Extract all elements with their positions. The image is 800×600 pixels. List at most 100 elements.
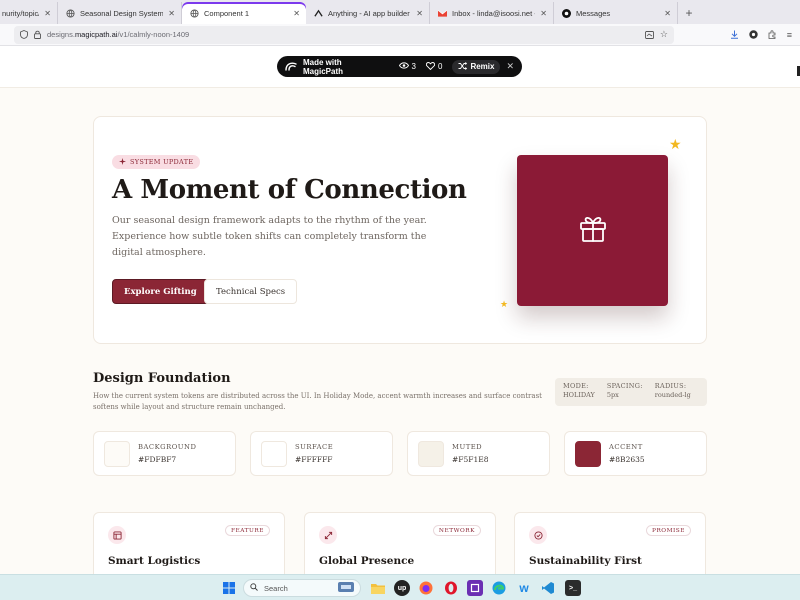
feature-card-sustainability[interactable]: PROMISE Sustainability First [514,512,706,574]
star-icon: ★ [669,136,682,152]
browser-tab-active[interactable]: Component 1 ✕ [182,2,306,24]
close-icon[interactable]: ✕ [293,9,300,18]
globe-icon [190,8,199,18]
magicpath-logo-icon [285,61,297,73]
browser-tab[interactable]: Anything - AI app builder ✕ [306,2,430,24]
color-swatch [104,440,130,467]
swatch-label: MUTED [452,443,483,451]
close-icon[interactable]: ✕ [664,9,671,18]
remix-label: Remix [470,62,495,71]
eye-icon [398,62,409,71]
swatch-card-muted[interactable]: MUTED #F5F1E8 [407,431,550,476]
feature-card-global-presence[interactable]: NETWORK Global Presence [304,512,496,574]
browser-tab[interactable]: Messages ✕ [554,2,678,24]
address-bar: designs.magicpath.ai/v1/calmly-noon-1409… [0,24,800,46]
terminal-icon[interactable]: >_ [565,580,581,596]
feature-card-smart-logistics[interactable]: FEATURE Smart Logistics [93,512,285,574]
meta-radius: RADIUS: rounded-lg [654,382,691,399]
tab-title: Messages [576,8,611,18]
hero-description: Our seasonal design framework adapts to … [112,215,427,258]
close-icon[interactable]: ✕ [168,9,175,18]
gmail-icon [438,9,447,18]
hero-title: A Moment of Connection [112,175,467,205]
browser-tab-bar: nurity/topic/h ✕ Seasonal Design System … [0,0,800,24]
close-icon[interactable]: ✕ [540,9,547,18]
expand-arrows-icon [319,526,337,544]
windows-taskbar: Search up w >_ [0,574,800,600]
lock-icon[interactable] [34,30,41,39]
meta-spacing: SPACING: 5px [606,382,643,399]
color-swatch [575,440,601,467]
vscode-icon[interactable] [540,580,556,596]
taskbar-search-box[interactable]: Search [243,579,361,597]
hero-card: SYSTEM UPDATE A Moment of Connection Our… [93,116,707,344]
close-icon[interactable]: ✕ [506,61,514,72]
feature-tag: NETWORK [432,525,481,536]
firefox-icon[interactable] [418,580,434,596]
swatch-label: ACCENT [609,443,643,451]
browser-tab[interactable]: nurity/topic/h ✕ [0,2,58,24]
account-icon[interactable] [749,30,758,39]
remix-button[interactable]: Remix [452,59,501,74]
swatch-hex: #8B2635 [609,455,645,464]
sparkle-icon [119,157,126,167]
swatch-card-background[interactable]: BACKGROUND #FDFBF7 [93,431,236,476]
widgets-badge-icon [338,582,354,594]
badge-label: SYSTEM UPDATE [130,158,194,166]
edge-icon[interactable] [491,580,507,596]
design-foundation-title: Design Foundation [93,371,231,386]
app-icon-purple[interactable] [467,580,483,596]
feature-title: Sustainability First [529,555,642,567]
new-tab-plus-icon[interactable]: + [678,2,700,24]
swatch-card-surface[interactable]: SURFACE #FFFFFF [250,431,393,476]
bookmark-star-icon[interactable]: ☆ [660,29,668,40]
magicpath-title[interactable]: Made with MagicPath [303,58,383,76]
swatch-hex: #FDFBF7 [138,455,177,464]
browser-tab[interactable]: Inbox - linda@isoosi.net - ISOO ✕ [430,2,554,24]
tab-title: Inbox - linda@isoosi.net - ISOO [452,8,535,18]
search-icon [250,583,258,593]
check-circle-icon [529,526,547,544]
search-placeholder: Search [264,583,288,593]
likes-stat[interactable]: 0 [425,61,443,72]
windows-start-icon[interactable] [221,580,237,596]
explore-gifting-button[interactable]: Explore Gifting [112,279,209,304]
close-icon[interactable]: ✕ [416,9,423,18]
swatch-card-accent[interactable]: ACCENT #8B2635 [564,431,707,476]
tab-title: Anything - AI app builder [328,8,410,18]
shield-icon[interactable] [20,30,28,39]
box-icon [108,526,126,544]
swatch-hex: #FFFFFF [295,455,333,464]
likes-count: 0 [437,62,443,71]
webflow-icon[interactable]: w [516,580,532,596]
feature-tag: FEATURE [225,525,270,536]
browser-tab[interactable]: Seasonal Design System | Magic ✕ [58,2,182,24]
heart-icon[interactable] [425,61,436,72]
anything-logo-icon [314,9,323,18]
opera-icon[interactable] [443,580,459,596]
messages-icon [562,8,571,18]
technical-specs-button[interactable]: Technical Specs [204,279,298,304]
url-text: designs.magicpath.ai/v1/calmly-noon-1409 [47,30,190,39]
upwork-icon[interactable]: up [394,580,410,596]
close-icon[interactable]: ✕ [44,9,51,18]
page-viewport: Made with MagicPath 3 0 Remix ✕ SYSTEM U… [0,46,800,574]
file-explorer-icon[interactable] [370,580,386,596]
views-stat: 3 [398,62,416,71]
token-meta-box: MODE: HOLIDAY SPACING: 5px RADIUS: round… [555,378,707,406]
extensions-icon[interactable] [768,30,777,39]
menu-icon[interactable]: ≡ [787,30,792,40]
url-field[interactable]: designs.magicpath.ai/v1/calmly-noon-1409… [14,25,674,44]
star-icon: ★ [500,299,509,309]
color-swatch [261,440,287,467]
swatch-label: SURFACE [295,443,334,451]
tab-title: nurity/topic/h [2,8,39,18]
meta-mode: MODE: HOLIDAY [563,382,595,399]
color-swatch [418,440,444,467]
shuffle-icon [458,61,468,72]
gift-card-illustration [517,155,668,306]
design-foundation-description: How the current system tokens are distri… [93,392,542,411]
download-icon[interactable] [730,30,739,39]
reader-view-icon[interactable] [644,30,654,39]
magicpath-toolbar: Made with MagicPath 3 0 Remix ✕ [277,56,522,77]
